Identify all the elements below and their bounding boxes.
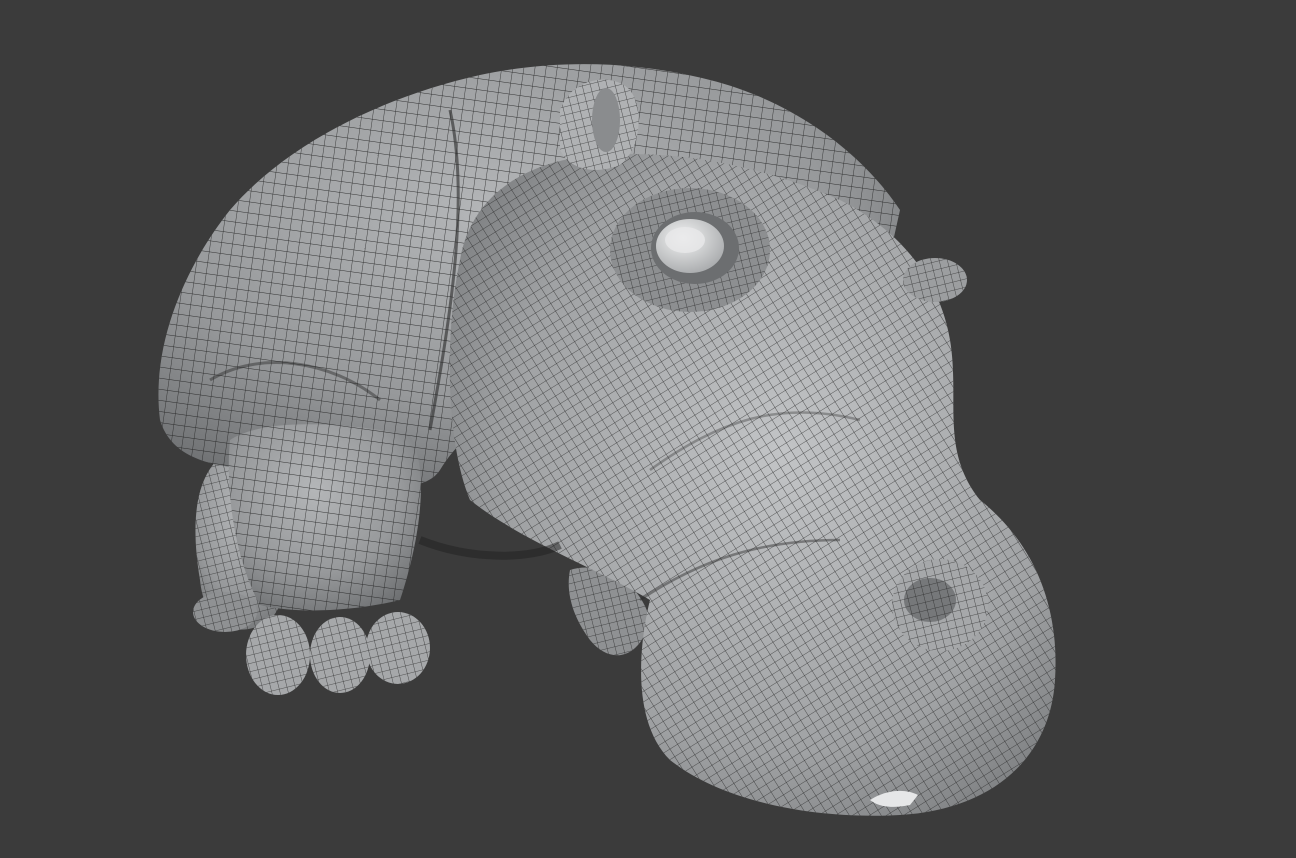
eyeball <box>656 219 724 273</box>
nostril <box>892 559 988 651</box>
3d-viewport[interactable] <box>0 0 1296 858</box>
hippo-mesh-render[interactable] <box>0 0 1296 858</box>
front-toes <box>246 612 430 695</box>
ear <box>560 79 639 170</box>
far-ear <box>903 258 967 302</box>
front-leg <box>228 424 421 611</box>
